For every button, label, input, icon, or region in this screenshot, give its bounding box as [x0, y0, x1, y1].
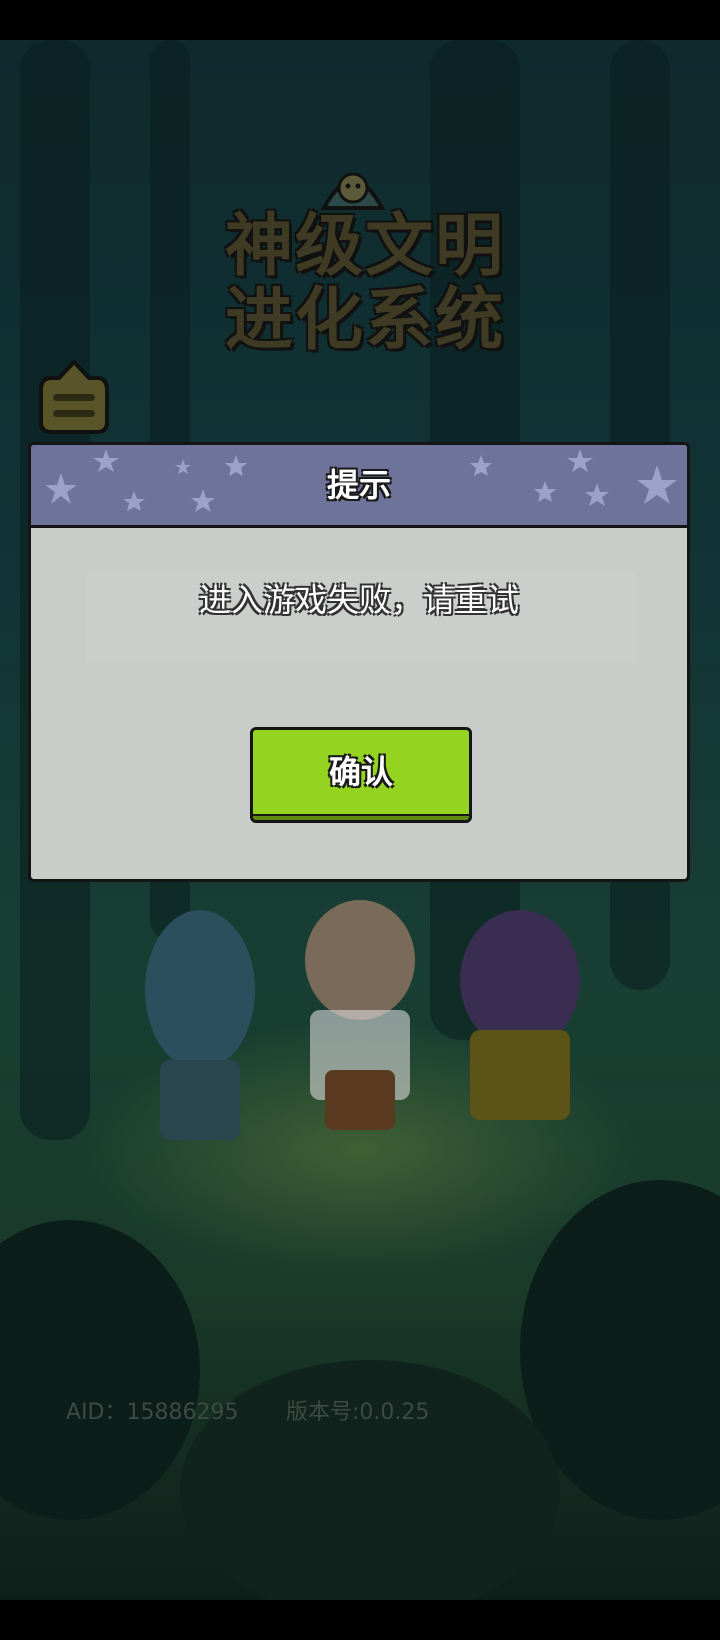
confirm-button[interactable]: 确认 — [250, 727, 472, 823]
dialog-message: 进入游戏失败，请重试 — [198, 581, 519, 619]
alien-mascot-icon — [320, 172, 386, 210]
dialog-header: 提示 — [31, 445, 687, 528]
alert-dialog: 提示 进入游戏失败，请重试 确认 — [28, 442, 690, 882]
dialog-title: 提示 — [326, 466, 391, 504]
confirm-button-label: 确认 — [253, 730, 469, 816]
menu-icon[interactable] — [37, 358, 111, 436]
aid-label: AID：15886295 — [66, 1400, 239, 1425]
characters-illustration — [120, 900, 590, 1160]
logo-title-line1: 神级文明 — [224, 207, 505, 286]
logo-title-line2: 进化系统 — [224, 281, 505, 360]
bush — [0, 1220, 200, 1520]
version-label: 版本号:0.0.25 — [286, 1400, 430, 1425]
game-logo: 神级文明 进化系统 — [200, 160, 530, 390]
